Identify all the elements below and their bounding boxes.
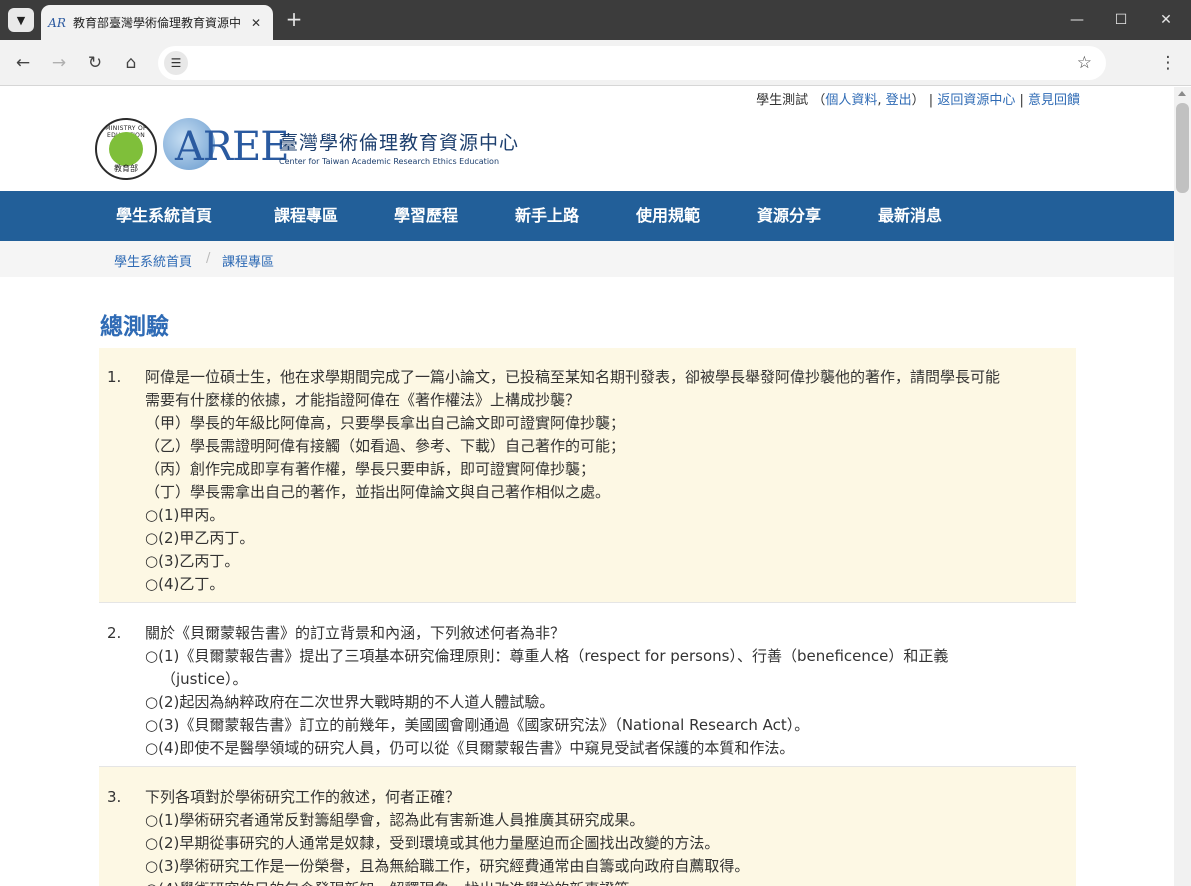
page-title: 總測驗 bbox=[100, 314, 169, 340]
site-info-icon[interactable]: ☰ bbox=[164, 51, 188, 75]
address-bar[interactable]: ☰ ☆ bbox=[158, 46, 1106, 80]
back-arrow-icon[interactable]: ← bbox=[11, 51, 35, 75]
main-navigation: 學生系統首頁 課程專區 學習歷程 新手上路 使用規範 資源分享 最新消息 bbox=[0, 191, 1174, 241]
answer-option-2[interactable]: ○(2)甲乙丙丁。 bbox=[145, 527, 254, 550]
breadcrumb-item-home[interactable]: 學生系統首頁 bbox=[114, 251, 192, 270]
minimize-icon[interactable]: — bbox=[1064, 8, 1090, 32]
scrollbar-thumb[interactable] bbox=[1176, 103, 1189, 193]
nav-item-rules[interactable]: 使用規範 bbox=[636, 191, 700, 241]
site-logo[interactable]: MINISTRY OF EDUCATION 教育部 AREE 臺灣學術倫理教育資… bbox=[95, 116, 525, 182]
nav-item-news[interactable]: 最新消息 bbox=[878, 191, 942, 241]
question-number: 2. bbox=[107, 624, 122, 642]
kebab-menu-icon[interactable]: ⋮ bbox=[1156, 51, 1180, 75]
answer-option-1[interactable]: ○(1)學術研究者通常反對籌組學會，認為此有害新進人員推廣其研究成果。 bbox=[145, 809, 644, 832]
question-stem-line: 需要有什麼樣的依據，才能指證阿偉在《著作權法》上構成抄襲？ bbox=[145, 391, 581, 409]
user-name: 學生測試 bbox=[756, 93, 809, 108]
question-stem-line: 關於《貝爾蒙報告書》的訂立背景和內涵，下列敘述何者為非？ bbox=[145, 624, 566, 642]
breadcrumb: 學生系統首頁 / 課程專區 bbox=[0, 241, 1174, 277]
home-icon[interactable]: ⌂ bbox=[119, 51, 143, 75]
browser-tab[interactable]: AR 教育部臺灣學術倫理教育資源中 ✕ bbox=[41, 5, 273, 40]
question-stem-line: 下列各項對於學術研究工作的敘述，何者正確？ bbox=[145, 788, 461, 806]
comma: , bbox=[877, 93, 886, 108]
logo-name-cn: 臺灣學術倫理教育資源中心 bbox=[279, 132, 520, 154]
scroll-up-arrow-icon[interactable] bbox=[1178, 91, 1186, 96]
back-to-center-link[interactable]: 返回資源中心 bbox=[937, 93, 1015, 108]
paren-open: （ bbox=[812, 93, 826, 108]
answer-option-3[interactable]: ○(3)學術研究工作是一份榮譽，且為無給職工作，研究經費通常由自籌或向政府自薦取… bbox=[145, 855, 749, 878]
seal-bottom-text: 教育部 bbox=[114, 164, 138, 173]
paren-close: ） bbox=[911, 93, 925, 108]
question-stem-line: （丁）學長需拿出自己的著作，並指出阿偉論文與自己著作相似之處。 bbox=[145, 483, 611, 501]
question-2: 2. 關於《貝爾蒙報告書》的訂立背景和內涵，下列敘述何者為非？ ○(1)《貝爾蒙… bbox=[99, 603, 1076, 767]
logout-link[interactable]: 登出 bbox=[886, 93, 912, 108]
question-stem-line: （甲）學長的年級比阿偉高，只要學長拿出自己論文即可證實阿偉抄襲； bbox=[145, 414, 626, 432]
aree-mark-text: AREE bbox=[175, 124, 289, 170]
question-number: 3. bbox=[107, 788, 122, 806]
question-3: 3. 下列各項對於學術研究工作的敘述，何者正確？ ○(1)學術研究者通常反對籌組… bbox=[99, 767, 1076, 886]
answer-option-3[interactable]: ○(3)乙丙丁。 bbox=[145, 550, 239, 573]
question-1: 1. 阿偉是一位碩士生，他在求學期間完成了一篇小論文，已投稿至某知名期刊發表，卻… bbox=[99, 348, 1076, 603]
profile-link[interactable]: 個人資料 bbox=[825, 93, 877, 108]
tab-title: 教育部臺灣學術倫理教育資源中 bbox=[73, 16, 242, 30]
nav-item-resources[interactable]: 資源分享 bbox=[757, 191, 821, 241]
window-close-icon[interactable]: ✕ bbox=[1153, 8, 1179, 32]
browser-tab-bar: ▼ AR 教育部臺灣學術倫理教育資源中 ✕ + — ☐ ✕ bbox=[0, 0, 1191, 40]
nav-item-courses[interactable]: 課程專區 bbox=[274, 191, 338, 241]
question-stem-line: （乙）學長需證明阿偉有接觸（如看過、參考、下載）自己著作的可能； bbox=[145, 437, 626, 455]
answer-option-4[interactable]: ○(4)即使不是醫學領域的研究人員，仍可以從《貝爾蒙報告書》中窺見受試者保護的本… bbox=[145, 737, 794, 760]
answer-option-3[interactable]: ○(3)《貝爾蒙報告書》訂立的前幾年，美國國會剛通過《國家研究法》（Nation… bbox=[145, 714, 809, 737]
answer-option-1-continuation: （justice）。 bbox=[161, 670, 248, 688]
breadcrumb-item-courses[interactable]: 課程專區 bbox=[222, 251, 274, 270]
vertical-scrollbar[interactable] bbox=[1174, 87, 1191, 886]
logo-name-en: Center for Taiwan Academic Research Ethi… bbox=[279, 157, 500, 166]
site-favicon-icon: AR bbox=[48, 15, 66, 30]
breadcrumb-separator: / bbox=[206, 251, 211, 266]
browser-toolbar: ← → ↻ ⌂ ☰ ☆ ⋮ bbox=[0, 40, 1191, 86]
answer-option-4[interactable]: ○(4)學術研究的目的包含發現新知、解釋現象，找出改進學說的新事證等。 bbox=[145, 878, 644, 886]
answer-option-1[interactable]: ○(1)《貝爾蒙報告書》提出了三項基本研究倫理原則：尊重人格（respect f… bbox=[145, 645, 948, 668]
answer-option-2[interactable]: ○(2)早期從事研究的人通常是奴隸，受到環境或其他力量壓迫而企圖找出改變的方法。 bbox=[145, 832, 719, 855]
forward-arrow-icon[interactable]: → bbox=[47, 51, 71, 75]
reload-icon[interactable]: ↻ bbox=[83, 51, 107, 75]
seal-emblem bbox=[109, 132, 143, 166]
nav-item-learning-history[interactable]: 學習歷程 bbox=[394, 191, 458, 241]
answer-option-2[interactable]: ○(2)起因為納粹政府在二次世界大戰時期的不人道人體試驗。 bbox=[145, 691, 554, 714]
question-stem-line: 阿偉是一位碩士生，他在求學期間完成了一篇小論文，已投稿至某知名期刊發表，卻被學長… bbox=[145, 368, 1001, 386]
feedback-link[interactable]: 意見回饋 bbox=[1028, 93, 1080, 108]
question-number: 1. bbox=[107, 368, 122, 386]
ministry-seal-icon: MINISTRY OF EDUCATION 教育部 bbox=[95, 118, 157, 180]
maximize-icon[interactable]: ☐ bbox=[1108, 8, 1134, 32]
chevron-down-icon[interactable]: ▼ bbox=[8, 8, 34, 32]
page-viewport: 學生測試 （個人資料, 登出） | 返回資源中心 | 意見回饋 MINISTRY… bbox=[0, 87, 1174, 886]
nav-item-getting-started[interactable]: 新手上路 bbox=[515, 191, 579, 241]
star-icon[interactable]: ☆ bbox=[1077, 53, 1092, 73]
user-bar: 學生測試 （個人資料, 登出） | 返回資源中心 | 意見回饋 bbox=[756, 93, 1080, 108]
aree-logo-icon: AREE bbox=[157, 116, 289, 182]
nav-item-student-home[interactable]: 學生系統首頁 bbox=[116, 191, 212, 241]
answer-option-1[interactable]: ○(1)甲丙。 bbox=[145, 504, 224, 527]
answer-option-4[interactable]: ○(4)乙丁。 bbox=[145, 573, 224, 596]
plus-icon[interactable]: + bbox=[284, 9, 304, 29]
close-icon[interactable]: ✕ bbox=[247, 14, 265, 32]
question-stem-line: （丙）創作完成即享有著作權，學長只要申訴，即可證實阿偉抄襲； bbox=[145, 460, 596, 478]
